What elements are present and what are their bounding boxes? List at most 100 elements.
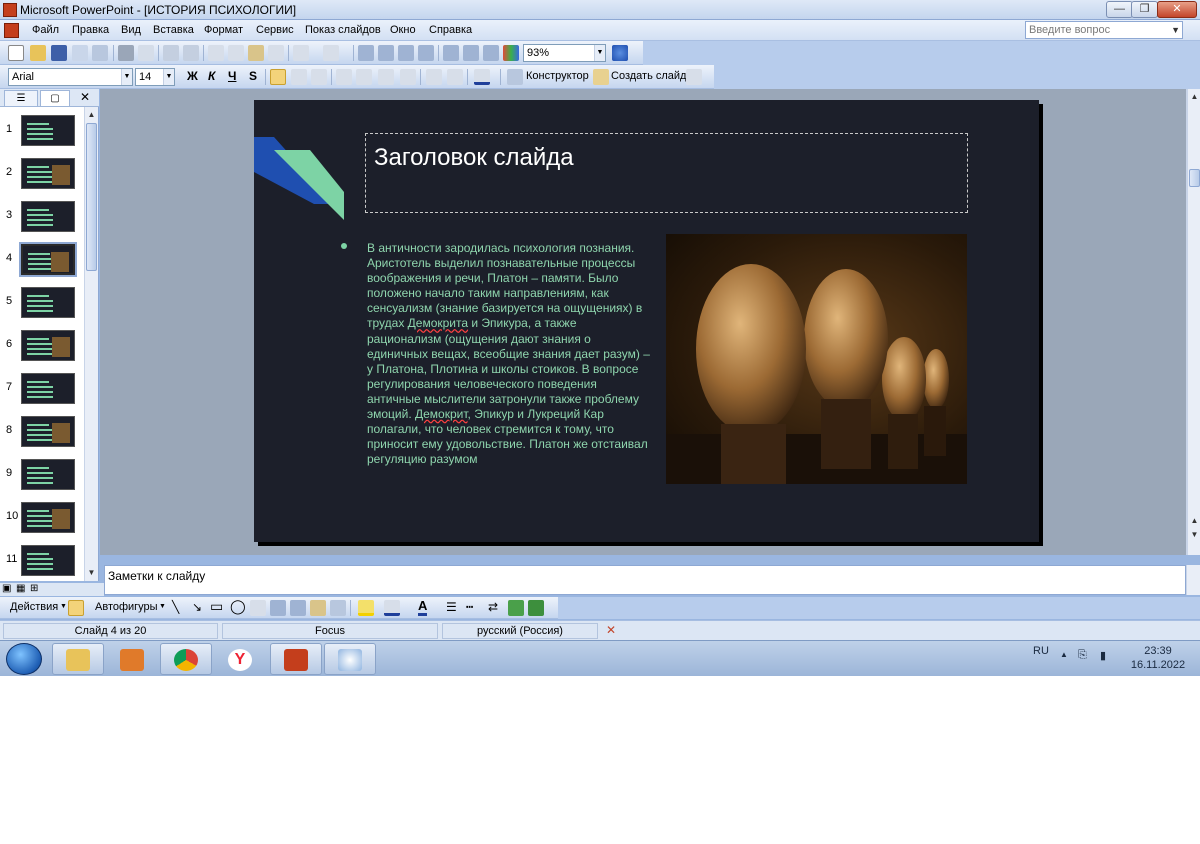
- slide-thumbnail-row[interactable]: 5: [0, 285, 84, 325]
- tables-borders-icon[interactable]: [398, 45, 414, 61]
- title-placeholder[interactable]: Заголовок слайда: [365, 133, 968, 213]
- scrollbar-thumb[interactable]: [86, 123, 97, 271]
- close-pane-icon[interactable]: ✕: [80, 90, 90, 104]
- menu-file[interactable]: Файл: [32, 24, 59, 36]
- dash-style-icon[interactable]: ┅: [466, 600, 473, 614]
- undo-icon[interactable]: [293, 45, 309, 61]
- font-color-icon[interactable]: A: [418, 599, 428, 616]
- taskbar-powerpoint[interactable]: [270, 643, 322, 675]
- slide-thumbnail-row[interactable]: 10: [0, 500, 84, 540]
- research-icon[interactable]: [183, 45, 199, 61]
- tab-slides[interactable]: ▢: [40, 90, 70, 107]
- spelling-status-icon[interactable]: ✕: [606, 623, 616, 637]
- designer-button[interactable]: Конструктор: [526, 70, 589, 82]
- zoom-select[interactable]: 93% ▼: [523, 44, 606, 62]
- scroll-up-icon[interactable]: ▲: [1189, 91, 1200, 103]
- language-indicator[interactable]: RU: [1033, 645, 1049, 657]
- menu-edit[interactable]: Правка: [72, 24, 109, 36]
- line-spacing-icon[interactable]: [686, 69, 702, 85]
- line-style-icon[interactable]: ☰: [446, 600, 457, 614]
- chevron-down-icon[interactable]: ▼: [594, 45, 605, 61]
- menu-format[interactable]: Формат: [204, 24, 243, 36]
- shadow-button[interactable]: S: [249, 69, 257, 83]
- decrease-indent-icon[interactable]: [426, 69, 442, 85]
- slide-thumbnail[interactable]: [21, 158, 75, 189]
- chevron-down-icon[interactable]: ▼: [163, 69, 174, 85]
- align-center-icon[interactable]: [291, 69, 307, 85]
- slide-thumbnail-row[interactable]: 6: [0, 328, 84, 368]
- slide-thumbnail[interactable]: [21, 373, 75, 404]
- taskbar-office[interactable]: [106, 643, 158, 675]
- document-icon[interactable]: [4, 23, 19, 38]
- scroll-down-icon[interactable]: ▼: [86, 567, 97, 579]
- numbering-icon[interactable]: [336, 69, 352, 85]
- diagram-icon[interactable]: [290, 600, 306, 616]
- rectangle-icon[interactable]: ▭: [210, 598, 223, 615]
- thumbnail-scrollbar[interactable]: ▲ ▼: [84, 107, 98, 581]
- network-icon[interactable]: ▮: [1100, 649, 1106, 662]
- designer-icon[interactable]: [507, 69, 523, 85]
- autoshapes-menu[interactable]: Автофигуры: [95, 601, 158, 613]
- slide-thumbnail-row[interactable]: 4: [0, 242, 84, 282]
- underline-button[interactable]: Ч: [228, 69, 236, 83]
- increase-indent-icon[interactable]: [447, 69, 463, 85]
- slide-thumbnail-row[interactable]: 3: [0, 199, 84, 239]
- new-slide-icon[interactable]: [593, 69, 609, 85]
- show-formatting-icon[interactable]: [463, 45, 479, 61]
- close-button[interactable]: ✕: [1157, 1, 1197, 18]
- wordart-icon[interactable]: [270, 600, 286, 616]
- slide-scrollbar[interactable]: ▲ ▲ ▼: [1186, 89, 1200, 555]
- minimize-button[interactable]: —: [1106, 1, 1133, 18]
- align-left-icon[interactable]: [270, 69, 286, 85]
- tab-outline[interactable]: ☰: [4, 90, 38, 107]
- line-icon[interactable]: ╲: [172, 600, 179, 614]
- actions-menu[interactable]: Действия: [10, 601, 58, 613]
- insert-chart-icon[interactable]: [358, 45, 374, 61]
- slide-canvas[interactable]: Заголовок слайда В античности зародилась…: [254, 100, 1039, 542]
- slide-thumbnail[interactable]: [21, 502, 75, 533]
- increase-font-icon[interactable]: [378, 69, 394, 85]
- slide-thumbnail-row[interactable]: 2: [0, 156, 84, 196]
- taskbar-paint[interactable]: [324, 643, 376, 675]
- slide-thumbnail[interactable]: [21, 459, 75, 490]
- format-painter-icon[interactable]: [268, 45, 284, 61]
- cut-icon[interactable]: [208, 45, 224, 61]
- save-icon[interactable]: [51, 45, 67, 61]
- paste-icon[interactable]: [248, 45, 264, 61]
- insert-picture-icon[interactable]: [330, 600, 346, 616]
- scrollbar-thumb[interactable]: [1189, 169, 1200, 187]
- italic-button[interactable]: К: [208, 69, 215, 83]
- notes-scrollbar[interactable]: [1186, 565, 1200, 595]
- slide-thumbnail-row[interactable]: 7: [0, 371, 84, 411]
- slide-thumbnail[interactable]: [21, 545, 75, 576]
- restore-button[interactable]: ❐: [1131, 1, 1158, 18]
- philosopher-busts-image[interactable]: [666, 234, 967, 484]
- bold-button[interactable]: Ж: [187, 69, 198, 83]
- font-size-select[interactable]: 14 ▼: [135, 68, 175, 86]
- shadow-style-icon[interactable]: [508, 600, 524, 616]
- arrow-icon[interactable]: ↘: [192, 600, 202, 614]
- menu-window[interactable]: Окно: [390, 24, 416, 36]
- slide-thumbnail-row[interactable]: 8: [0, 414, 84, 454]
- hyperlink-icon[interactable]: [418, 45, 434, 61]
- help-icon[interactable]: [612, 45, 628, 61]
- slide-thumbnail[interactable]: [21, 115, 75, 146]
- font-name-select[interactable]: Arial ▼: [8, 68, 133, 86]
- slide-thumbnail-row[interactable]: 11: [0, 543, 84, 583]
- slideshow-icon[interactable]: ⊞: [30, 583, 38, 594]
- oval-icon[interactable]: ◯: [230, 598, 246, 615]
- chevron-down-icon[interactable]: ▼: [121, 69, 132, 85]
- slide-thumbnail[interactable]: [21, 201, 75, 232]
- redo-icon[interactable]: [323, 45, 339, 61]
- language-status[interactable]: русский (Россия): [442, 623, 598, 639]
- previous-slide-icon[interactable]: ▲: [1189, 515, 1200, 527]
- copy-icon[interactable]: [228, 45, 244, 61]
- menu-tools[interactable]: Сервис: [256, 24, 294, 36]
- show-hidden-icons-icon[interactable]: ▲: [1060, 650, 1068, 659]
- spelling-icon[interactable]: [163, 45, 179, 61]
- arrow-style-icon[interactable]: ⇄: [488, 600, 498, 614]
- chevron-down-icon[interactable]: ▼: [1171, 22, 1180, 38]
- taskbar-explorer[interactable]: [52, 643, 104, 675]
- chevron-down-icon[interactable]: ▼: [159, 603, 166, 610]
- open-folder-icon[interactable]: [30, 45, 46, 61]
